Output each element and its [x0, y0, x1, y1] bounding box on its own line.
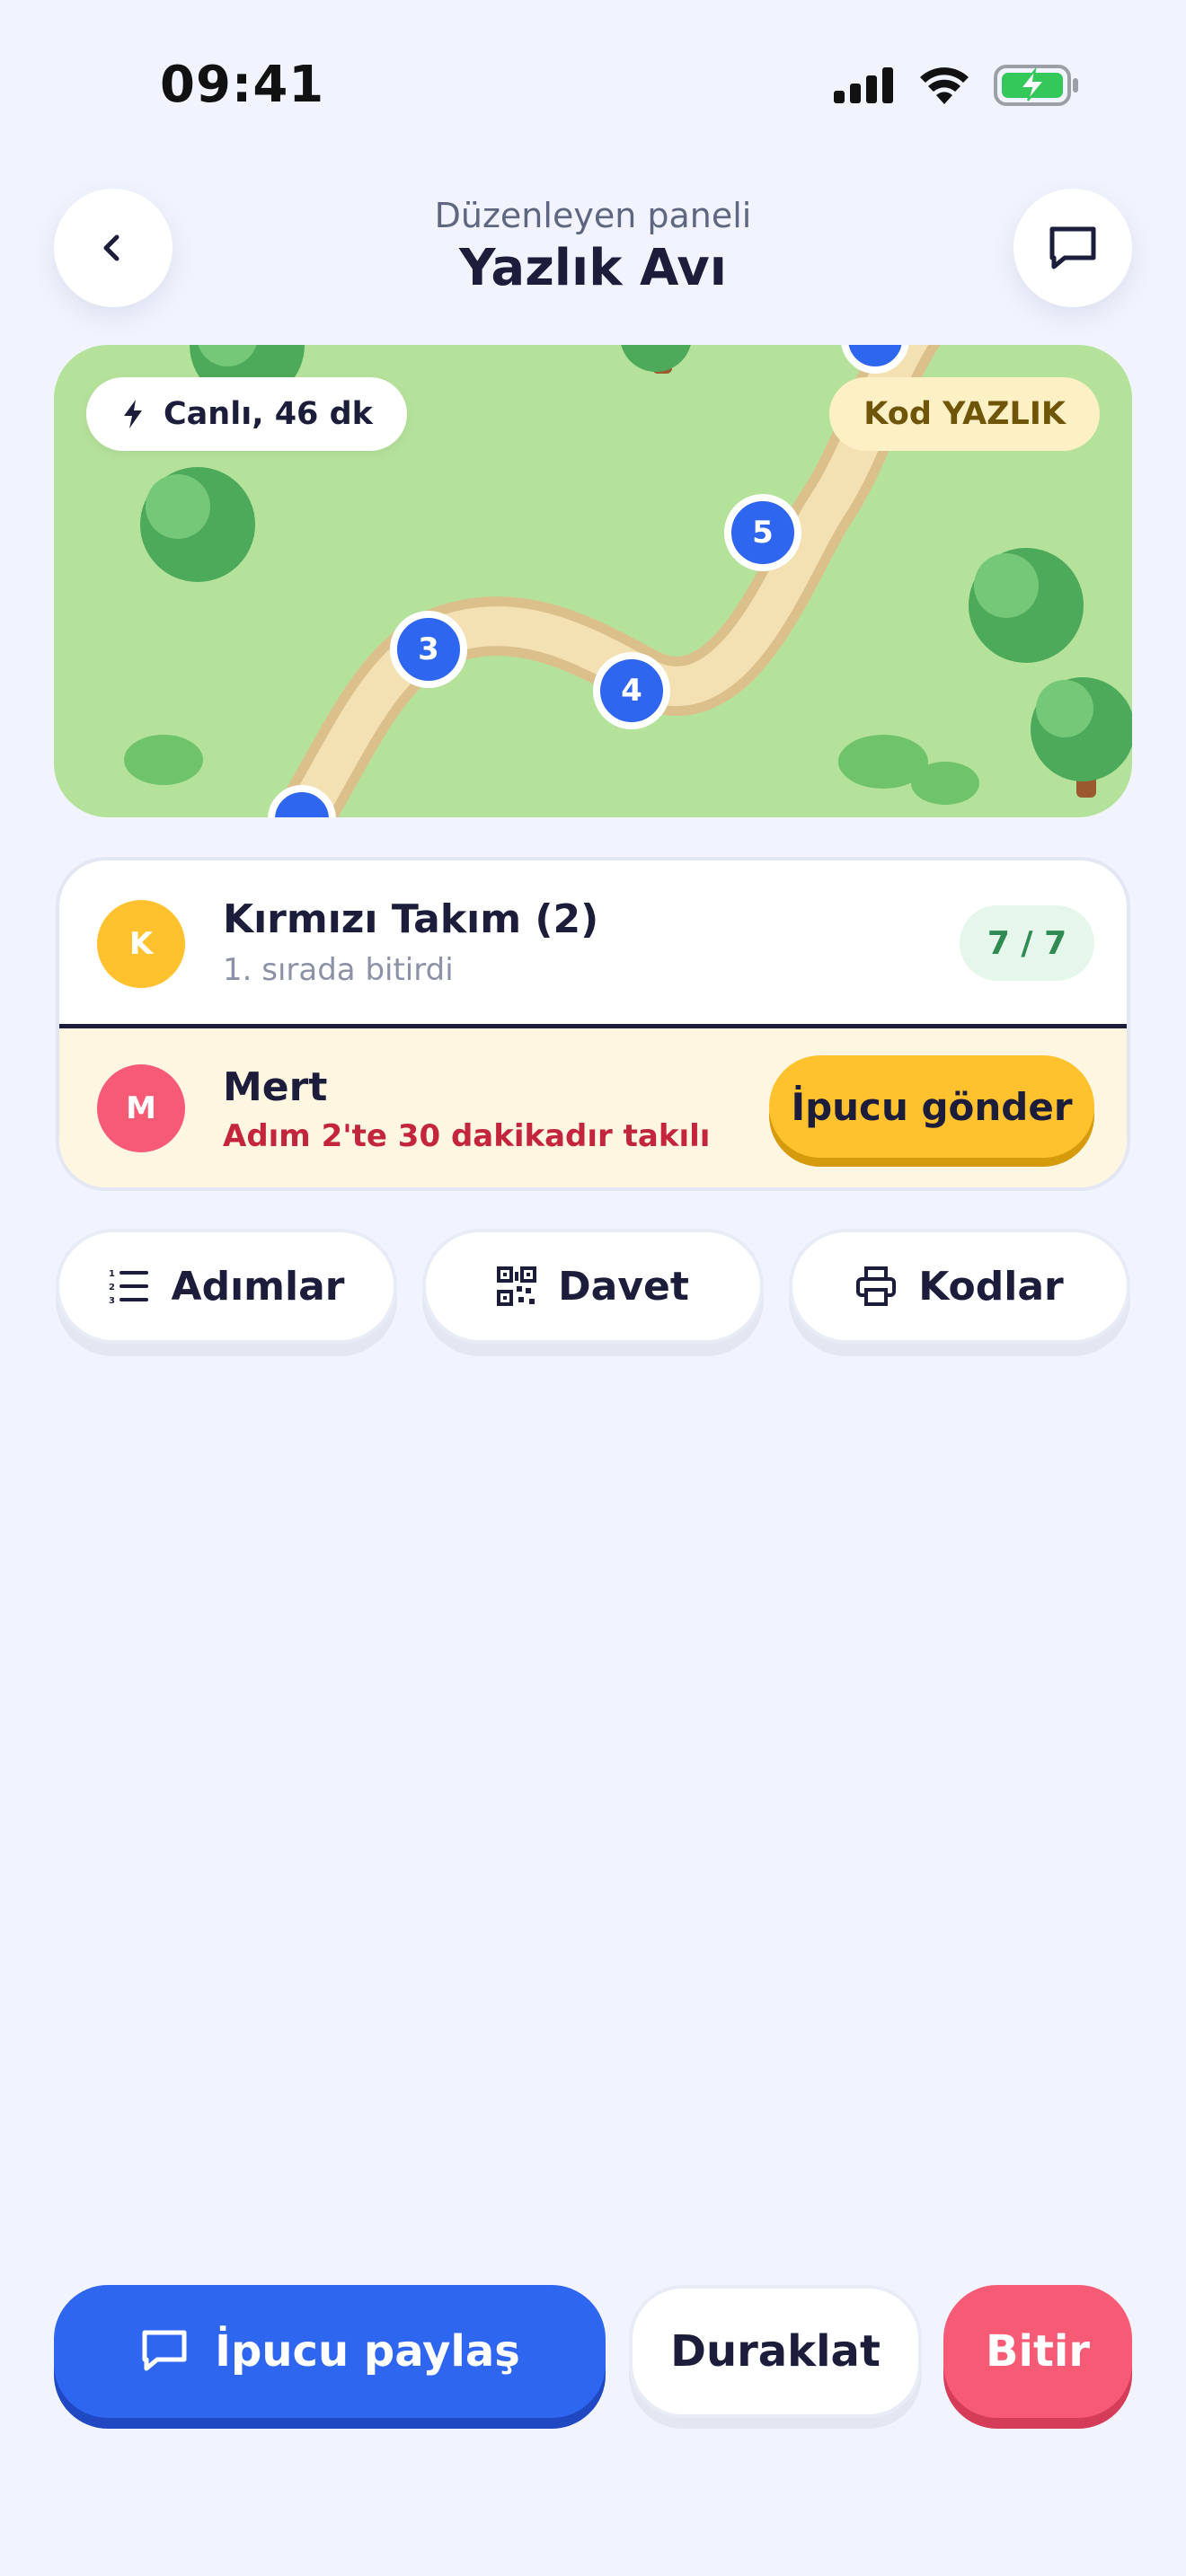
share-hint-button[interactable]: İpucu paylaş — [54, 2285, 606, 2418]
map-marker-3[interactable]: 3 — [390, 611, 467, 688]
chat-bubble-icon — [1049, 226, 1096, 269]
wifi-icon — [920, 67, 969, 104]
status-icons — [834, 65, 1080, 106]
cellular-signal-icon — [834, 67, 893, 103]
lightning-icon — [124, 400, 142, 428]
game-code-pill[interactable]: Kod YAZLIK — [829, 377, 1100, 451]
qr-code-icon — [497, 1266, 537, 1306]
progress-badge: 7 / 7 — [960, 905, 1094, 981]
member-status: Adım 2'te 30 dakikadır takılı — [223, 1118, 711, 1154]
chat-button[interactable] — [1013, 189, 1132, 307]
invite-label: Davet — [558, 1263, 689, 1310]
team-avatar: K — [97, 900, 185, 988]
team-status: 1. sırada bitirdi — [223, 952, 454, 988]
team-row[interactable]: K Kırmızı Takım (2) 1. sırada bitirdi 7 … — [59, 860, 1127, 1028]
route-map[interactable]: Canlı, 46 dk Kod YAZLIK 3 4 5 — [54, 345, 1132, 817]
map-marker-5[interactable]: 5 — [724, 494, 801, 571]
header-subtitle: Düzenleyen paneli — [434, 196, 752, 235]
map-marker-4[interactable]: 4 — [593, 652, 670, 729]
live-status-label: Canlı, 46 dk — [164, 396, 373, 432]
battery-charging-icon — [994, 65, 1078, 106]
svg-text:1: 1 — [109, 1269, 115, 1279]
numbered-list-icon: 1 2 3 — [109, 1269, 148, 1305]
codes-button[interactable]: Kodlar — [789, 1229, 1130, 1344]
member-row[interactable]: M Mert Adım 2'te 30 dakikadır takılı İpu… — [59, 1028, 1127, 1187]
svg-text:3: 3 — [109, 1296, 115, 1305]
invite-button[interactable]: Davet — [422, 1229, 764, 1344]
steps-label: Adımlar — [171, 1263, 345, 1310]
member-name: Mert — [223, 1064, 328, 1110]
codes-label: Kodlar — [918, 1263, 1064, 1310]
steps-button[interactable]: 1 2 3 Adımlar — [56, 1229, 397, 1344]
send-hint-button[interactable]: İpucu gönder — [769, 1055, 1094, 1158]
end-button[interactable]: Bitir — [943, 2285, 1132, 2418]
member-avatar: M — [97, 1064, 185, 1152]
live-status-pill: Canlı, 46 dk — [86, 377, 407, 451]
page-title: Yazlık Avı — [459, 239, 727, 297]
team-card: K Kırmızı Takım (2) 1. sırada bitirdi 7 … — [56, 857, 1130, 1191]
chat-bubble-icon — [142, 2330, 187, 2371]
status-time: 09:41 — [160, 56, 325, 114]
team-name: Kırmızı Takım (2) — [223, 896, 599, 942]
printer-icon — [856, 1266, 897, 1306]
pause-button[interactable]: Duraklat — [629, 2285, 922, 2418]
share-hint-label: İpucu paylaş — [215, 2326, 520, 2377]
svg-text:2: 2 — [109, 1283, 115, 1292]
